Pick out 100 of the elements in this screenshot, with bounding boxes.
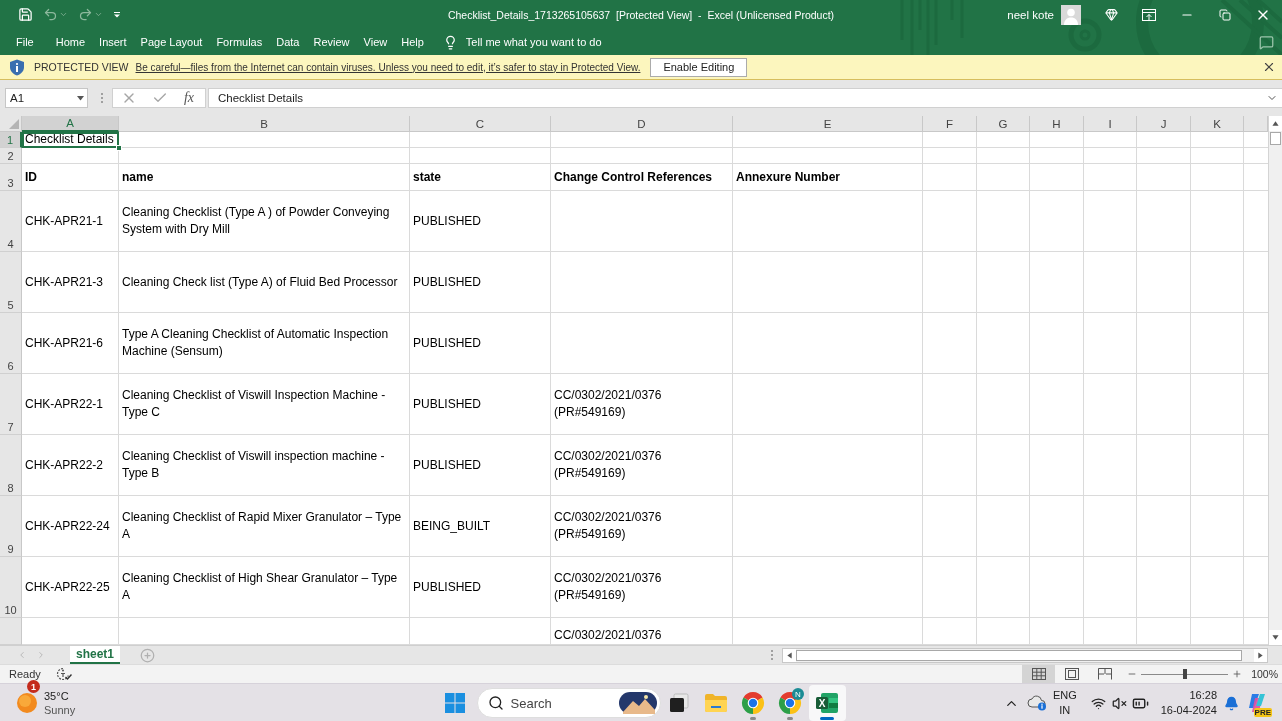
checklist-state: PUBLISHED [413, 456, 482, 474]
browser-icon[interactable] [778, 691, 802, 715]
search-box[interactable]: Search [476, 688, 661, 718]
slider-thumb[interactable] [1182, 669, 1187, 679]
column-header[interactable]: K [1191, 116, 1244, 132]
view-button[interactable] [1022, 665, 1056, 683]
row-header[interactable]: 5 [0, 252, 22, 313]
row-header[interactable]: 9 [0, 496, 22, 557]
sheet-tab[interactable]: sheet1 [70, 646, 121, 664]
row-header[interactable]: 4 [0, 191, 22, 252]
copilot-button[interactable]: PRE [1242, 687, 1272, 719]
spreadsheet-app-button[interactable]: X [808, 685, 846, 721]
browser-button[interactable]: N [771, 685, 809, 721]
column-header[interactable]: J [1137, 116, 1191, 132]
row-header[interactable]: 8 [0, 435, 22, 496]
change-control-reference: CC/0302/2021/0376 (PR#549169) [554, 509, 663, 543]
weather-condition-text[interactable]: Sunny [44, 703, 76, 717]
search-field[interactable]: Search [510, 695, 612, 711]
scroll-down-button[interactable] [1269, 630, 1282, 645]
ribbon-tab[interactable]: Insert [92, 32, 134, 52]
row-header[interactable]: 3 [0, 164, 22, 191]
page-layout-icon[interactable] [1064, 668, 1079, 680]
bell-icon[interactable] [1223, 695, 1239, 711]
profile-badge[interactable]: N [791, 688, 804, 700]
restore-icon[interactable] [1219, 8, 1231, 21]
ribbon-display-icon[interactable] [1142, 8, 1156, 21]
checklist-name: Cleaning Checklist of High Shear Granulator – Type A [122, 570, 399, 604]
customize-icon[interactable] [113, 10, 121, 19]
splitter-handle-icon[interactable] [100, 92, 104, 104]
folder-icon[interactable] [704, 693, 728, 713]
clock-button[interactable]: 16:28 16-04-2024 [1157, 688, 1220, 718]
column-header[interactable]: B [119, 116, 410, 132]
column-header[interactable]: H [1030, 116, 1084, 132]
row-header[interactable]: 7 [0, 374, 22, 435]
row-header[interactable]: 10 [0, 557, 22, 618]
status-text: Ready [9, 668, 41, 680]
column-header[interactable]: G [977, 116, 1030, 132]
checklist-id: CHK-APR21-6 [25, 334, 104, 352]
checklist-name: Cleaning Checklist (Type A ) of Powder Conveying System with Dry Mill [122, 204, 391, 238]
checklist-state: PUBLISHED [413, 395, 482, 413]
scrollbar-thumb[interactable] [796, 649, 1242, 661]
scroll-up-button[interactable] [1269, 116, 1282, 131]
cloud-info-icon[interactable] [1026, 695, 1047, 711]
ribbon-tab[interactable]: Data [269, 32, 307, 52]
language-button[interactable]: ENG IN [1049, 688, 1080, 718]
temperature-text[interactable]: 35°C [44, 689, 76, 703]
muted-speaker-icon[interactable] [1112, 695, 1128, 711]
checklist-id: CHK-APR22-24 [25, 517, 110, 535]
checklist-id: CHK-APR22-1 [25, 395, 104, 413]
column-header[interactable]: C [410, 116, 551, 132]
column-header[interactable]: A [22, 116, 119, 132]
formula-field[interactable]: Checklist Details [208, 88, 1282, 108]
accessibility-check-icon[interactable] [55, 667, 72, 681]
splitter-handle-icon[interactable] [770, 649, 774, 661]
insert-function-button[interactable]: fx [181, 90, 197, 106]
fill-handle[interactable] [116, 145, 122, 151]
checklist-name: Type A Cleaning Checklist of Automatic Inspection Machine (Sensum) [122, 326, 390, 360]
ribbon-tab[interactable]: File [9, 32, 41, 52]
diamond-icon[interactable] [1104, 8, 1118, 21]
page-break-icon[interactable] [1097, 668, 1112, 680]
scrollbar-thumb[interactable] [1270, 132, 1281, 145]
tell-me-search[interactable]: Tell me what you want to do [442, 34, 602, 50]
protected-view-label: PROTECTED VIEW [34, 61, 129, 73]
column-header[interactable]: E [733, 116, 923, 132]
preview-badge[interactable]: PRE [1253, 708, 1272, 717]
ribbon-tab[interactable]: Home [48, 32, 93, 52]
row-header[interactable]: 6 [0, 313, 22, 374]
enable-editing-button[interactable]: Enable Editing [650, 57, 748, 77]
avatar-icon[interactable] [1061, 4, 1081, 25]
column-title: ID [25, 168, 37, 186]
caret-icon[interactable] [77, 95, 84, 101]
checklist-state: PUBLISHED [413, 273, 482, 291]
task-view-icon[interactable] [668, 692, 690, 714]
change-control-reference: CC/0302/2021/0376 (PR#549169) [554, 448, 663, 482]
browser-icon[interactable] [741, 691, 765, 715]
name-box[interactable]: A1 [5, 88, 88, 108]
ribbon-tab[interactable]: Formulas [209, 32, 270, 52]
normal-view-icon[interactable] [1031, 668, 1046, 680]
down-arrow-icon[interactable] [1272, 634, 1279, 641]
up-arrow-icon[interactable] [1272, 120, 1279, 127]
column-header[interactable]: D [551, 116, 733, 132]
ribbon-tab[interactable]: Review [306, 32, 357, 52]
row-header[interactable]: 1 [0, 132, 22, 148]
protected-view-message-link[interactable]: Be careful—files from the Internet can contain viruses. Unless you need to edit, it’s safer to stay in Protected View. [135, 61, 641, 73]
ribbon-tab[interactable]: Page Layout [133, 32, 210, 52]
search-icon[interactable] [487, 695, 504, 711]
horizontal-scrollbar[interactable] [782, 647, 1268, 663]
row-header[interactable]: 2 [0, 148, 22, 164]
ribbon-tab[interactable]: View [356, 32, 395, 52]
ribbon-tab[interactable]: Help [394, 32, 431, 52]
column-header[interactable]: F [923, 116, 977, 132]
wifi-icon[interactable] [1091, 695, 1107, 711]
checklist-name: Cleaning Checklist of Viswill Inspection Machine - Type C [122, 387, 387, 421]
vertical-scrollbar[interactable] [1268, 116, 1282, 645]
column-header[interactable]: I [1084, 116, 1137, 132]
column-title: Annexure Number [736, 168, 841, 186]
column-title: name [122, 168, 154, 186]
zoom-level-text[interactable]: 100% [1251, 668, 1278, 680]
checklist-id: CHK-APR21-1 [25, 212, 104, 230]
landscape-icon[interactable] [618, 692, 657, 714]
